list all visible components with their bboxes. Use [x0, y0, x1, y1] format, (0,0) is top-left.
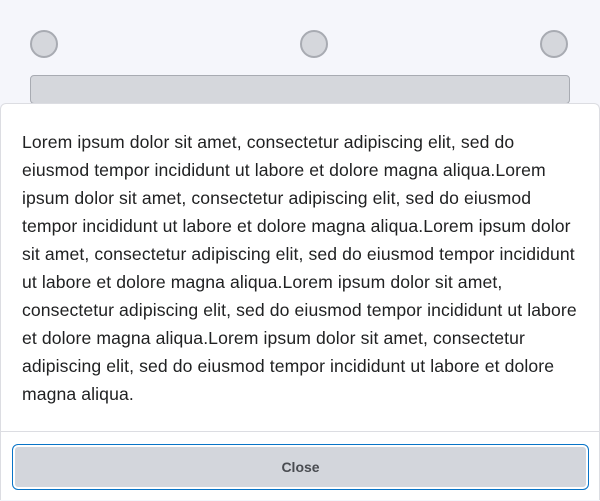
close-button[interactable]: Close — [12, 444, 589, 490]
dialog-body-text: Lorem ipsum dolor sit amet, consectetur … — [22, 132, 577, 404]
background-placeholder-circle-left — [30, 30, 58, 58]
bottom-sheet-dialog: Lorem ipsum dolor sit amet, consectetur … — [0, 103, 600, 500]
background-placeholder-circle-right — [540, 30, 568, 58]
dialog-footer: Close — [1, 431, 600, 501]
dialog-content: Lorem ipsum dolor sit amet, consectetur … — [1, 104, 600, 431]
background-placeholder-circle-center — [300, 30, 328, 58]
background-placeholder-bar — [30, 75, 570, 104]
